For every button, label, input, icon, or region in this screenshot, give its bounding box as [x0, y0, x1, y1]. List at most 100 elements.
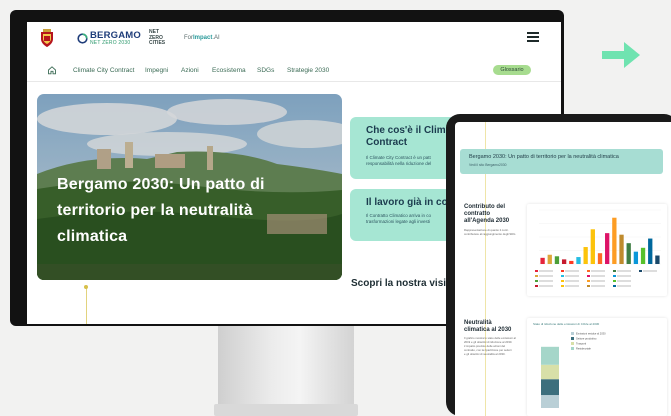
legend-swatch	[535, 280, 538, 282]
stacked-bar-segment	[541, 379, 559, 396]
nav-item-impegni[interactable]: Impegni	[145, 67, 168, 74]
legend-swatch	[561, 280, 564, 282]
bar	[648, 238, 653, 264]
hero-title: Bergamo 2030: Un patto di territorio per…	[57, 176, 265, 245]
legend-swatch	[587, 280, 590, 282]
bar	[569, 260, 574, 264]
card-title: Il lavoro già in co	[366, 197, 448, 208]
nav-item-ecosistema[interactable]: Ecosistema	[212, 67, 246, 74]
stacked-bar-segment	[541, 395, 559, 408]
legend-label	[617, 270, 631, 272]
legend-label	[539, 280, 553, 282]
sdg-bar-chart	[535, 209, 661, 287]
legend-label: Residenziale	[576, 347, 591, 351]
legend-label	[565, 270, 579, 272]
legend-label	[539, 275, 553, 277]
legend-swatch	[571, 347, 574, 350]
monitor-stand	[218, 326, 354, 406]
bar	[619, 234, 624, 264]
timeline-dot	[84, 285, 88, 289]
bergamo-logo-icon	[77, 33, 88, 44]
glossary-button[interactable]: Glossario	[493, 65, 531, 75]
timeline-line	[86, 287, 87, 324]
legend-swatch	[535, 270, 538, 272]
tablet-banner[interactable]: Bergamo 2030: Un patto di territorio per…	[460, 149, 663, 174]
legend-label: Settore produttivo	[576, 337, 597, 341]
forimpact-logo[interactable]: ForImpact.AI	[184, 35, 220, 41]
legend-label	[539, 285, 553, 287]
nav-item-azioni[interactable]: Azioni	[181, 67, 199, 74]
scopri-heading: Scopri la nostra visi	[351, 278, 447, 289]
tablet-title-line: Neutralità	[464, 320, 492, 326]
legend-swatch	[613, 270, 616, 272]
legend-swatch	[613, 275, 616, 277]
legend-swatch	[587, 270, 590, 272]
card-title-line: Che cos'è il Clim	[366, 125, 446, 136]
card-title: Che cos'è il Clim Contract	[366, 125, 446, 149]
bar	[576, 257, 581, 264]
legend-swatch	[561, 285, 564, 287]
nzc-line: CITIES	[149, 40, 166, 47]
legend-label	[565, 280, 579, 282]
legend-label	[539, 270, 553, 272]
legend-label	[591, 280, 605, 282]
monitor-stand-base	[214, 404, 358, 416]
bar	[655, 255, 660, 264]
legend-label	[565, 285, 579, 287]
nav-item-sdgs[interactable]: SDGs	[257, 67, 274, 74]
bar	[540, 257, 545, 264]
tablet-text-line: e gli obiettivi di neutralità al 2030.	[464, 352, 506, 356]
site-header: BERGAMO NET ZERO 2030 NET ZERO CITIES Fo…	[27, 22, 561, 56]
legend-swatch	[613, 280, 616, 282]
nav-item-climate-city-contract[interactable]: Climate City Contract	[73, 67, 134, 74]
bar	[590, 229, 595, 264]
legend-label: Trasporti	[576, 342, 587, 346]
bar	[547, 254, 552, 264]
net-zero-cities-logo[interactable]: NET ZERO CITIES	[149, 29, 166, 47]
forimpact-post: .AI	[212, 35, 220, 41]
logo-word: BERGAMO	[90, 30, 142, 41]
legend-label	[591, 285, 605, 287]
card-text: trasformazioni legate agli investi	[366, 219, 431, 224]
bar	[597, 253, 603, 264]
tablet-title-line: climatica al 2030	[464, 327, 512, 333]
tablet-screen: Bergamo 2030: Un patto di territorio per…	[455, 122, 671, 416]
emissions-chart-card: Stato di riduzione delle emissioni di CO…	[527, 318, 667, 416]
home-icon[interactable]	[47, 65, 57, 75]
card-text: responsabilità nella riduzione del	[366, 161, 432, 166]
tablet-title-line: contratto	[464, 211, 490, 217]
bar	[554, 256, 560, 264]
legend-swatch	[587, 275, 590, 277]
forimpact-bold: Impact	[193, 35, 213, 41]
legend-swatch	[535, 285, 538, 287]
emissions-stacked-chart: Emissioni residue al 2030Settore produtt…	[541, 332, 606, 408]
bergamo-logo[interactable]: BERGAMO NET ZERO 2030	[77, 31, 141, 46]
legend-label	[643, 270, 657, 272]
main-nav: Climate City Contract Impegni Azioni Eco…	[27, 60, 561, 82]
legend-label	[617, 285, 631, 287]
tablet-section-title: Contributo del contratto all'Agenda 2030	[464, 204, 509, 225]
tablet-section-text: Il grafico mostra lo stato delle emissio…	[464, 336, 516, 356]
legend-swatch	[613, 285, 616, 287]
legend-label	[591, 275, 605, 277]
nav-item-strategie-2030[interactable]: Strategie 2030	[287, 67, 329, 74]
stacked-bar-segment	[541, 364, 559, 380]
legend-label	[617, 275, 631, 277]
legend-swatch	[587, 285, 590, 287]
forimpact-pre: For	[184, 35, 193, 41]
hamburger-menu-icon[interactable]	[527, 32, 539, 43]
arrow-right-icon	[602, 42, 640, 68]
tablet-banner-link[interactable]: Vedi il sito Bergamo2030	[469, 163, 507, 167]
city-crest-icon[interactable]	[39, 28, 55, 48]
sdg-chart-card	[527, 204, 667, 296]
legend-label	[591, 270, 605, 272]
legend-swatch	[571, 332, 574, 335]
tablet-banner-title: Bergamo 2030: Un patto di territorio per…	[469, 154, 619, 160]
bar	[640, 247, 646, 264]
legend-swatch	[535, 275, 538, 277]
legend-swatch	[561, 270, 564, 272]
bar	[633, 251, 639, 264]
stacked-bar-segment	[541, 346, 559, 365]
legend-swatch	[571, 342, 574, 345]
bar	[583, 247, 588, 264]
